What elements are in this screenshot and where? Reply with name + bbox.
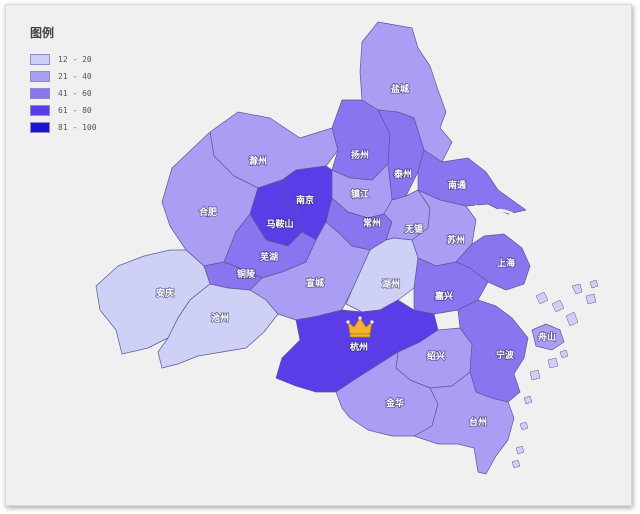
label-hefei: 合肥 — [199, 206, 217, 218]
label-anqing: 安庆 — [156, 287, 174, 299]
label-hangzhou: 杭州 — [350, 341, 368, 353]
label-zhoushan: 舟山 — [538, 331, 556, 343]
label-taizhou-js: 泰州 — [393, 168, 412, 180]
label-yangzhou: 扬州 — [351, 149, 369, 161]
region-map: 盐城 滁州 扬州 泰州 南通 合肥 南京 镇江 马鞍山 常州 无锡 苏州 芜湖 … — [95, 21, 599, 475]
label-taizhou-zj: 台州 — [469, 416, 487, 428]
label-changzhou: 常州 — [363, 217, 381, 229]
label-jiaxing: 嘉兴 — [434, 290, 453, 302]
label-jinhua: 金华 — [385, 397, 404, 409]
label-suzhou: 苏州 — [447, 234, 465, 246]
label-shaoxing: 绍兴 — [427, 350, 445, 362]
label-nanjing: 南京 — [296, 194, 314, 206]
label-shanghai: 上海 — [497, 257, 515, 269]
label-maanshan: 马鞍山 — [266, 218, 293, 230]
label-ningbo: 宁波 — [496, 349, 515, 361]
label-yancheng: 盐城 — [391, 83, 409, 95]
offshore-islands — [511, 279, 599, 469]
label-wuxi: 无锡 — [404, 223, 423, 235]
label-huzhou: 湖州 — [382, 278, 400, 290]
label-chuzhou: 滁州 — [249, 155, 267, 167]
label-zhenjiang: 镇江 — [351, 188, 369, 200]
label-nantong: 南通 — [448, 179, 466, 191]
label-tongling: 铜陵 — [237, 268, 256, 280]
label-xuancheng: 宣城 — [306, 277, 324, 289]
label-chizhou: 池州 — [211, 312, 229, 324]
label-wuhu: 芜湖 — [260, 251, 278, 263]
